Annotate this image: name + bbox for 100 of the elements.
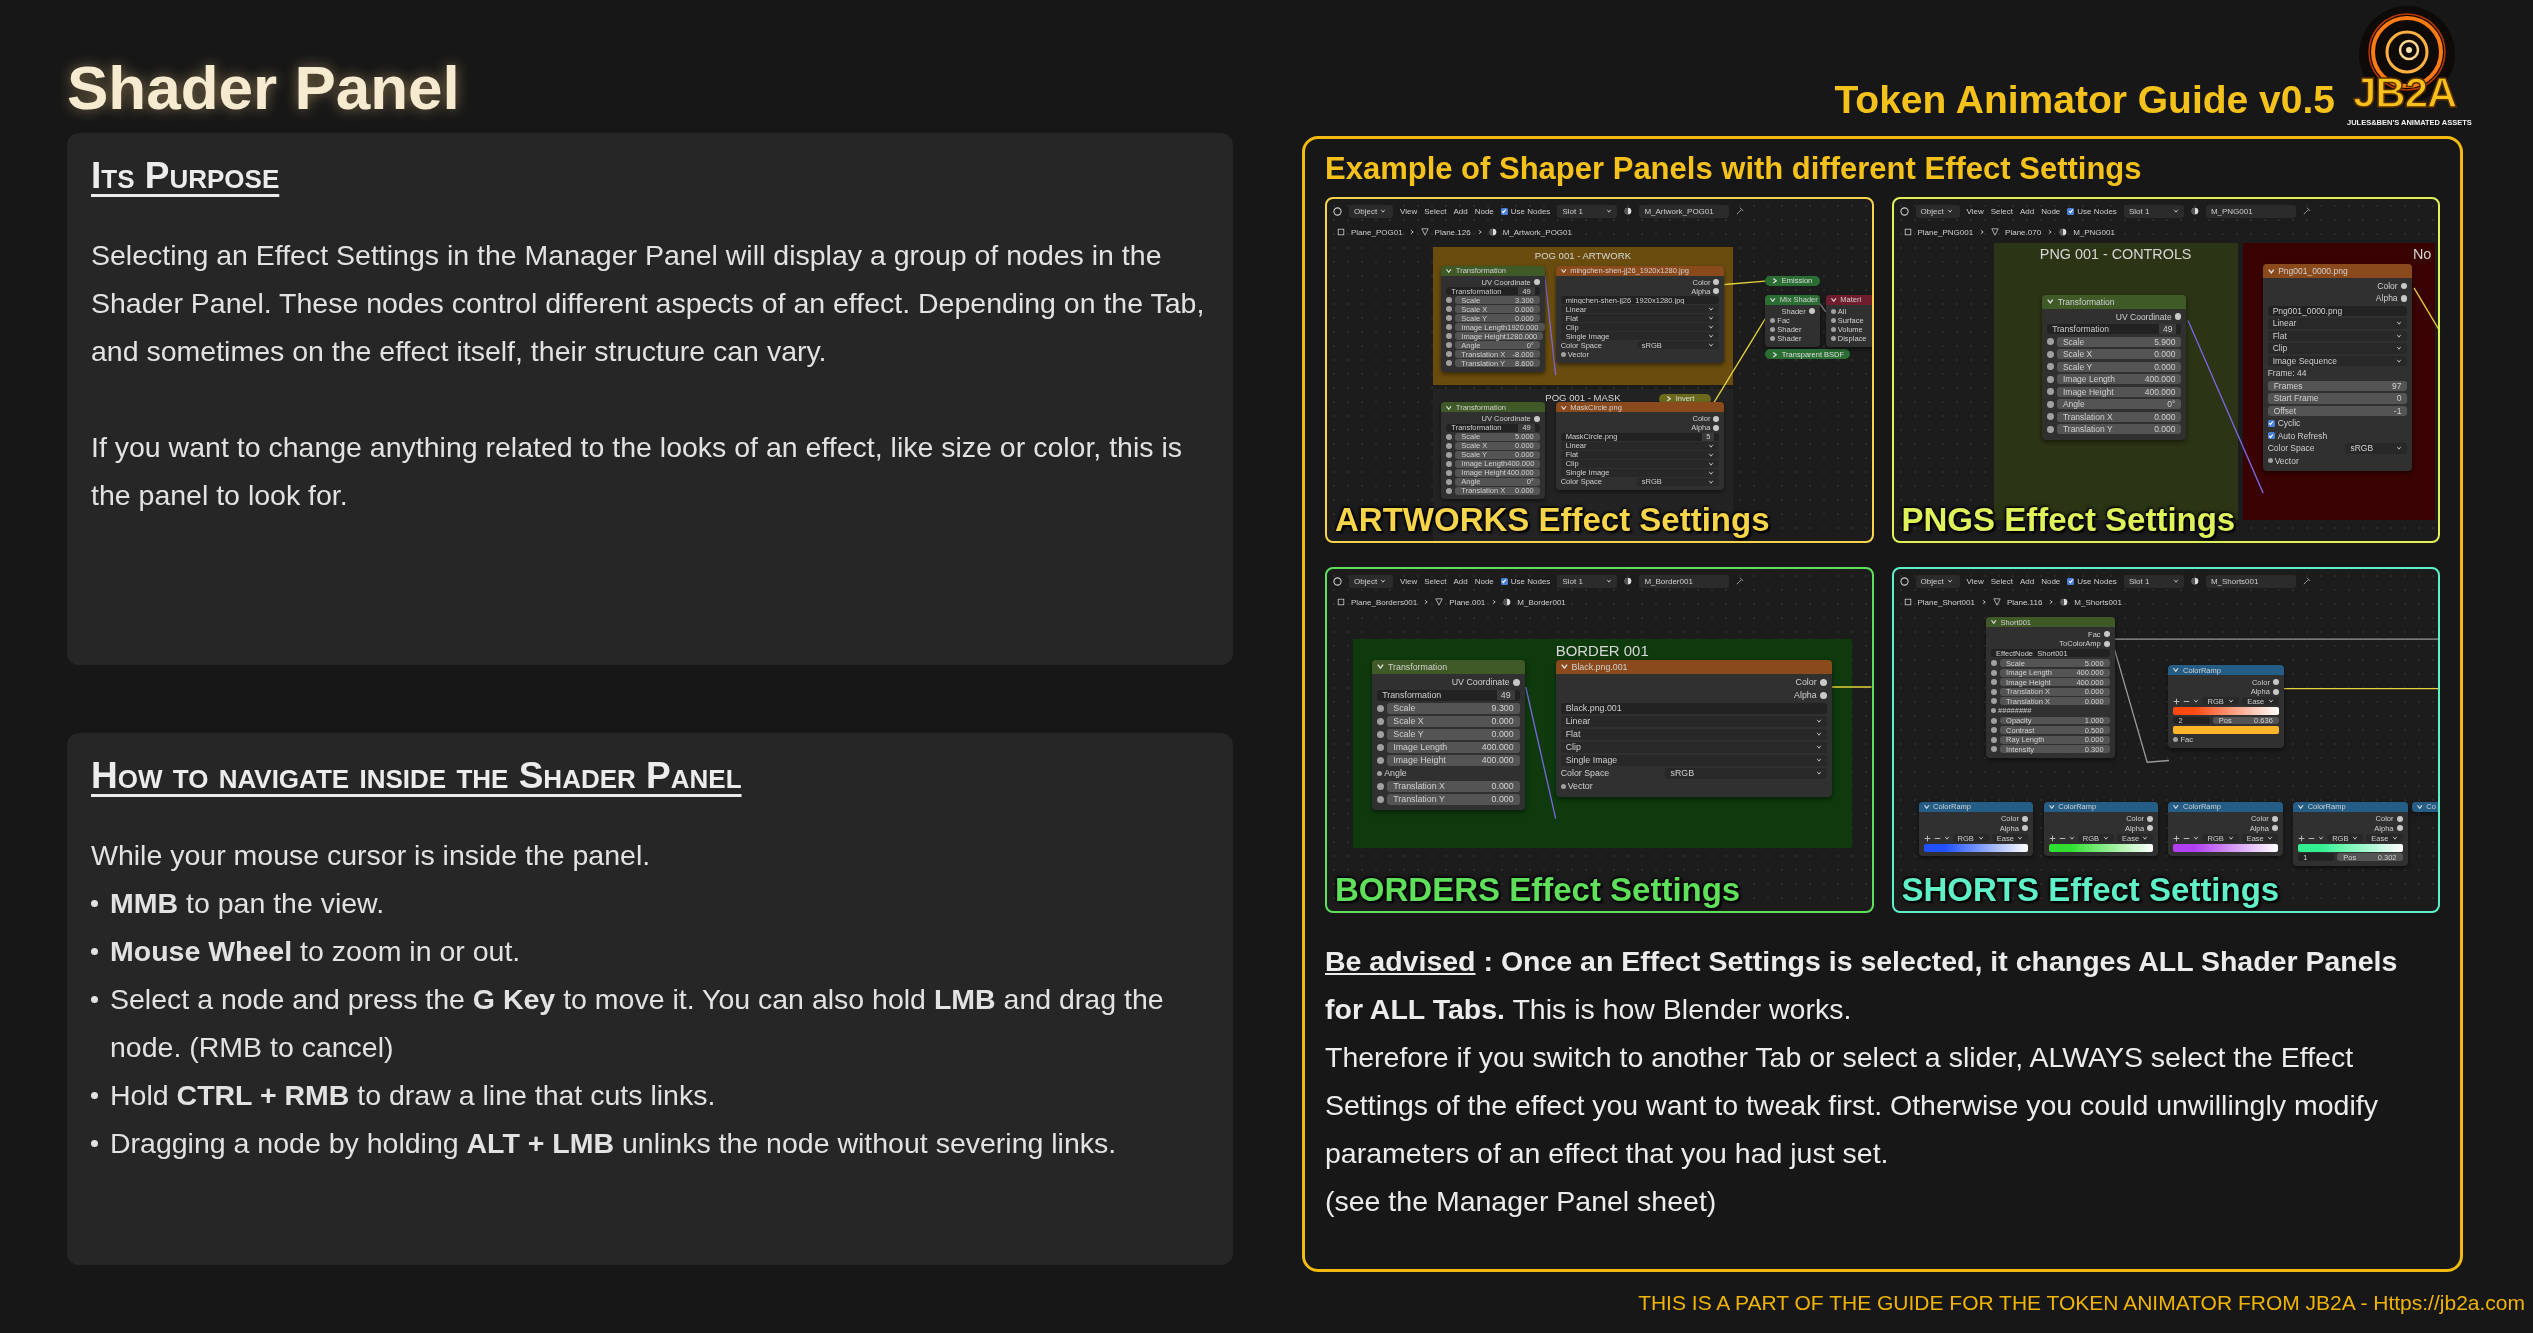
slot-dropdown[interactable]: Slot 1 — [1557, 204, 1618, 218]
frame-title: POG 001 - ARTWORK — [1534, 249, 1631, 261]
dropdown[interactable]: Flat — [1560, 729, 1827, 740]
breadcrumb-item[interactable]: Plane.001 — [1449, 597, 1486, 607]
page-title: Shader Panel — [67, 57, 460, 119]
frame-title: PNG 001 - CONTROLS — [2039, 246, 2192, 263]
dropdown[interactable]: Linear — [1560, 716, 1827, 727]
menu-item[interactable]: Node — [1474, 576, 1494, 586]
value-slider[interactable]: Offset -1 — [2267, 405, 2408, 417]
screenshot-caption: PNGS Effect Settings — [1901, 503, 2236, 536]
datablock-field[interactable]: Transformation 49 — [1377, 690, 1520, 701]
menu-item[interactable]: Select — [1424, 576, 1447, 586]
menu-item[interactable]: Select — [1424, 206, 1447, 216]
value-slider[interactable]: Frames 97 — [2267, 380, 2408, 392]
value-slider[interactable]: Scale X 0.000 — [2056, 349, 2182, 360]
slot-dropdown[interactable]: Slot 1 — [2123, 204, 2184, 218]
breadcrumb-item[interactable]: M_PNG001 — [2073, 227, 2115, 237]
value-slider[interactable]: Scale Y 0.000 — [2056, 361, 2182, 372]
socket-label: Vector — [1567, 781, 1593, 792]
breadcrumb-item[interactable]: Plane.070 — [2005, 227, 2042, 237]
socket-label: Alpha — [1794, 690, 1817, 701]
menu-item[interactable]: View — [1966, 206, 1984, 216]
footer-text: THIS IS A PART OF THE GUIDE FOR THE TOKEN ANIMATOR FROM JB2A - Https://jb2a.com — [1638, 1290, 2525, 1315]
mode-dropdown[interactable]: Object — [1349, 574, 1393, 588]
checkbox-label: Use Nodes — [1510, 576, 1551, 586]
menu-item[interactable]: Node — [2041, 576, 2061, 586]
breadcrumb-item[interactable]: Plane_Short001 — [1917, 597, 1975, 607]
info-text: Frame: 44 — [2267, 368, 2307, 379]
value-slider[interactable]: Scale Y 0.000 — [1387, 729, 1520, 740]
paragraph: Selecting an Effect Settings in the Manager Panel will display a group of nodes in the Shader Panel. These nodes control different aspects of an effect. Depending on the Tab, and sometimes on the effect itself, their structure can vary. — [91, 238, 1206, 369]
slot-dropdown[interactable]: Slot 1 — [2123, 574, 2184, 588]
value-slider[interactable]: Start Frame 0 — [2267, 393, 2408, 404]
breadcrumb-item[interactable]: Plane_Borders001 — [1351, 597, 1418, 607]
dropdown[interactable]: Single Image — [1560, 755, 1827, 766]
menu-item[interactable]: Select — [1990, 576, 2013, 586]
slot-dropdown[interactable]: Slot 1 — [1557, 574, 1618, 588]
paragraph: If you want to change anything related to the looks of an effect, like size or color, this is the panel to look for. — [91, 430, 1183, 513]
breadcrumb-item[interactable]: M_Border001 — [1517, 597, 1566, 607]
value-slider[interactable]: Scale 5.900 — [2056, 336, 2182, 347]
material-field[interactable]: M_Border001 — [1639, 574, 1730, 588]
checkbox-label: Use Nodes — [1510, 206, 1551, 216]
checkbox-label: Auto Refresh — [2277, 430, 2328, 441]
menu-item[interactable]: Add — [2019, 206, 2035, 216]
datablock-field[interactable]: Black.png.001 — [1560, 703, 1827, 714]
material-field[interactable]: M_PNG001 — [2205, 204, 2296, 218]
socket-label: UV Coordinate — [1451, 677, 1510, 688]
paragraph: (see the Manager Panel sheet) — [1325, 1184, 1718, 1219]
value-slider[interactable]: Image Height 400.000 — [2056, 386, 2182, 397]
menu-item[interactable]: Add — [2019, 576, 2035, 586]
value-slider[interactable]: Translation Y 0.000 — [2056, 424, 2182, 435]
dropdown[interactable]: Flat — [2267, 330, 2408, 342]
checkbox-label: Use Nodes — [2077, 576, 2117, 586]
property-label: Color Space — [1560, 768, 1610, 779]
list-item: Dragging a node by holding ALT + LMB unlinks the node without severing links. — [110, 1126, 1117, 1161]
value-slider[interactable]: Angle 0° — [2056, 399, 2182, 410]
menu-item[interactable]: Add — [1453, 576, 1468, 586]
paragraph: Therefore if you switch to another Tab or select a slider, ALWAYS select the Effect Settings of the effect you want to tweak first. Otherwise you could unwillingly modify parameters of an effect that you had just set. — [1325, 1040, 2379, 1171]
dropdown[interactable]: Clip — [2267, 343, 2408, 354]
mode-dropdown[interactable]: Object — [1915, 574, 1960, 588]
value-slider[interactable]: Image Height 400.000 — [1387, 755, 1520, 766]
paragraph: Be advised : Once an Effect Settings is selected, it changes ALL Shader Panels for ALL Tabs. This is how Blender works. — [1325, 944, 2399, 1027]
breadcrumb-item[interactable]: M_Artwork_POG01 — [1502, 227, 1572, 237]
value-slider[interactable]: Translation X 0.000 — [1387, 781, 1520, 792]
value-slider[interactable]: Image Length 400.000 — [1387, 742, 1520, 753]
dropdown[interactable]: sRGB — [2345, 443, 2408, 454]
frame-title: POG 001 - MASK — [1545, 391, 1621, 403]
socket-label: Vector — [2274, 455, 2299, 466]
checkbox-label: Cyclic — [2277, 418, 2301, 429]
dropdown[interactable]: Clip — [1560, 742, 1827, 753]
dropdown[interactable]: Image Sequence — [2267, 355, 2408, 367]
value-slider[interactable]: Image Length 400.000 — [2056, 374, 2182, 385]
mode-dropdown[interactable]: Object — [1349, 204, 1393, 218]
frame-title: BORDER 001 — [1555, 642, 1649, 660]
menu-item[interactable]: Add — [1453, 206, 1468, 216]
material-field[interactable]: M_Artwork_POG01 — [1639, 204, 1730, 218]
datablock-field[interactable]: Png001_0000.png — [2267, 305, 2408, 317]
mode-dropdown[interactable]: Object — [1915, 204, 1960, 218]
breadcrumb-item[interactable]: Plane.126 — [1434, 227, 1471, 237]
value-slider[interactable]: Scale 9.300 — [1387, 703, 1520, 714]
breadcrumb-item[interactable]: Plane_PNG001 — [1917, 227, 1974, 237]
menu-item[interactable]: View — [1400, 206, 1418, 216]
guide-title: Token Animator Guide v0.5 — [1834, 78, 2335, 122]
menu-item[interactable]: View — [1966, 576, 1984, 586]
menu-item[interactable]: Node — [2041, 206, 2061, 216]
breadcrumb-item[interactable]: M_Shorts001 — [2074, 597, 2122, 607]
datablock-field[interactable]: Transformation 49 — [2047, 324, 2182, 335]
menu-item[interactable]: Node — [1474, 206, 1494, 216]
dropdown[interactable]: Linear — [2267, 318, 2408, 329]
breadcrumb-item[interactable]: Plane_POG01 — [1351, 227, 1403, 237]
paragraph: While your mouse cursor is inside the panel. — [91, 838, 652, 873]
value-slider[interactable]: Translation X 0.000 — [2056, 411, 2182, 422]
value-slider[interactable]: Scale X 0.000 — [1387, 716, 1520, 727]
menu-item[interactable]: Select — [1990, 206, 2013, 216]
screenshot-caption: BORDERS Effect Settings — [1335, 873, 1741, 906]
material-field[interactable]: M_Shorts001 — [2205, 574, 2296, 588]
breadcrumb-item[interactable]: Plane.116 — [2006, 597, 2043, 607]
value-slider[interactable]: Translation Y 0.000 — [1387, 794, 1520, 805]
dropdown[interactable]: sRGB — [1665, 768, 1827, 779]
menu-item[interactable]: View — [1400, 576, 1418, 586]
list-item: MMB to pan the view. — [110, 886, 385, 921]
